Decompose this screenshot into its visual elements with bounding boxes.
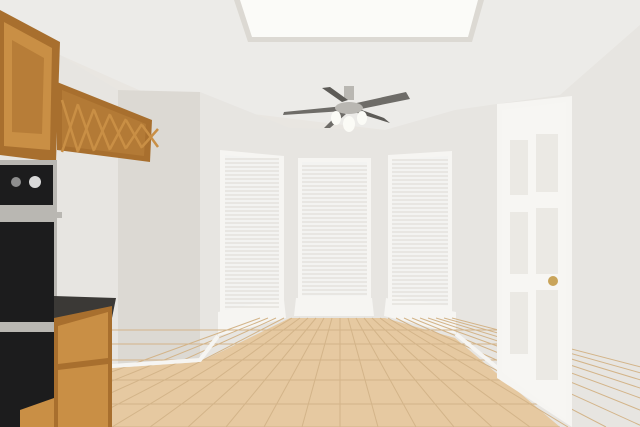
paneled-door — [497, 96, 572, 427]
kitchen-nook-photo — [0, 0, 640, 427]
fan-light — [343, 116, 355, 132]
wall-oven — [0, 160, 62, 427]
skylight — [240, 0, 478, 37]
oven-knob — [11, 177, 21, 187]
center-window — [298, 158, 371, 300]
oven-handle — [0, 322, 62, 328]
oven-handle — [0, 212, 62, 218]
center-window-sill — [294, 298, 374, 316]
door-knob — [548, 276, 558, 286]
room-illustration — [0, 0, 640, 427]
fan-light — [331, 111, 341, 125]
oven-knob — [29, 176, 41, 188]
upper-oven-door — [0, 222, 54, 324]
oven-control-panel — [0, 165, 53, 205]
fan-light — [357, 111, 367, 125]
right-window — [388, 151, 452, 313]
left-window — [220, 150, 284, 316]
